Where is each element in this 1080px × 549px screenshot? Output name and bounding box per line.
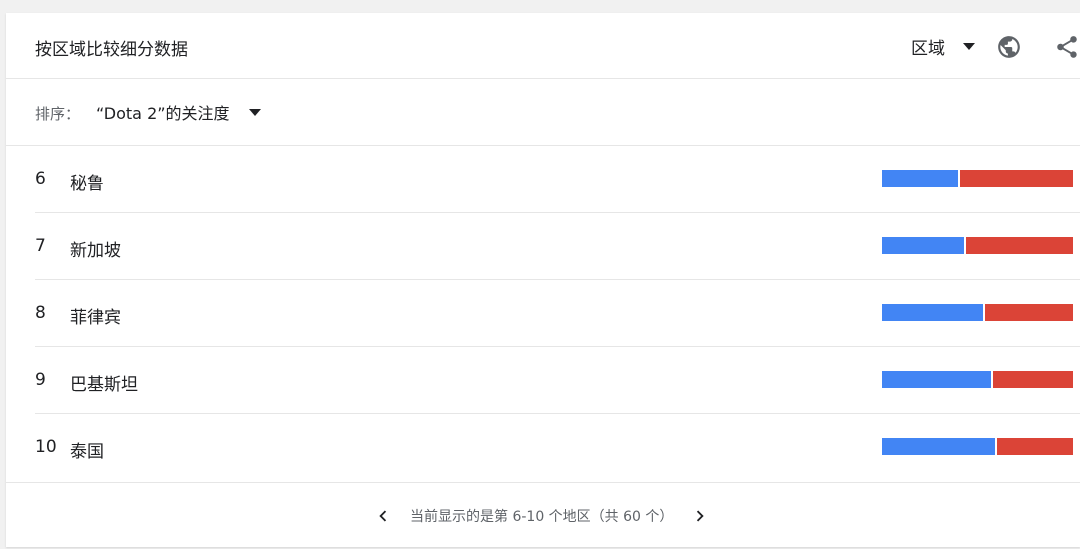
comparison-bar [882, 304, 1073, 321]
sort-dropdown-value: “Dota 2”的关注度 [96, 104, 230, 123]
comparison-bar [882, 170, 1073, 187]
region-name: 新加坡 [70, 241, 121, 261]
bar-segment-b [966, 237, 1073, 254]
share-icon[interactable] [1054, 33, 1080, 61]
rank-number: 7 [35, 236, 46, 256]
pagination-status: 当前显示的是第 6-10 个地区（共 60 个） [410, 509, 674, 525]
rank-number: 10 [35, 437, 57, 457]
bar-segment-a [882, 371, 991, 388]
rank-number: 6 [35, 169, 46, 189]
comparison-bar [882, 371, 1073, 388]
caret-down-icon [963, 42, 975, 50]
bar-segment-a [882, 170, 959, 187]
region-dropdown-label: 区域 [911, 38, 945, 59]
region-name: 秘鲁 [70, 174, 104, 194]
list-item[interactable]: 9 巴基斯坦 [35, 347, 1080, 414]
pagination: 当前显示的是第 6-10 个地区（共 60 个） [372, 505, 711, 527]
region-name: 巴基斯坦 [70, 375, 138, 395]
caret-down-icon [248, 108, 261, 116]
sort-row: 排序： “Dota 2”的关注度 [6, 79, 1080, 146]
bar-segment-b [992, 371, 1073, 388]
sort-label: 排序： [35, 105, 81, 123]
card-header: 按区域比较细分数据 区域 [6, 13, 1080, 79]
bar-segment-b [996, 438, 1073, 455]
globe-icon[interactable] [996, 34, 1022, 60]
list-item[interactable]: 6 秘鲁 [35, 146, 1080, 213]
list-item[interactable]: 8 菲律宾 [35, 280, 1080, 347]
pagination-footer: 当前显示的是第 6-10 个地区（共 60 个） [6, 482, 1080, 548]
card-title: 按区域比较细分数据 [35, 40, 188, 60]
comparison-bar [882, 438, 1073, 455]
region-name: 菲律宾 [70, 308, 121, 328]
bar-segment-b [960, 170, 1073, 187]
rank-number: 9 [35, 370, 46, 390]
bar-segment-a [882, 237, 965, 254]
chevron-right-icon[interactable] [689, 505, 711, 527]
bar-segment-a [882, 438, 995, 455]
comparison-bar [882, 237, 1073, 254]
list-item[interactable]: 10 泰国 [35, 414, 1080, 480]
bar-segment-a [882, 304, 984, 321]
sort-dropdown[interactable]: “Dota 2”的关注度 [96, 99, 261, 125]
breakdown-card: 按区域比较细分数据 区域 排序： “Dota 2”的关注度 6 秘鲁 7 新加坡… [6, 13, 1080, 547]
region-name: 泰国 [70, 442, 104, 462]
chevron-left-icon[interactable] [372, 505, 394, 527]
rank-number: 8 [35, 303, 46, 323]
list-item[interactable]: 7 新加坡 [35, 213, 1080, 280]
region-dropdown[interactable]: 区域 [911, 33, 975, 59]
bar-segment-b [985, 304, 1073, 321]
